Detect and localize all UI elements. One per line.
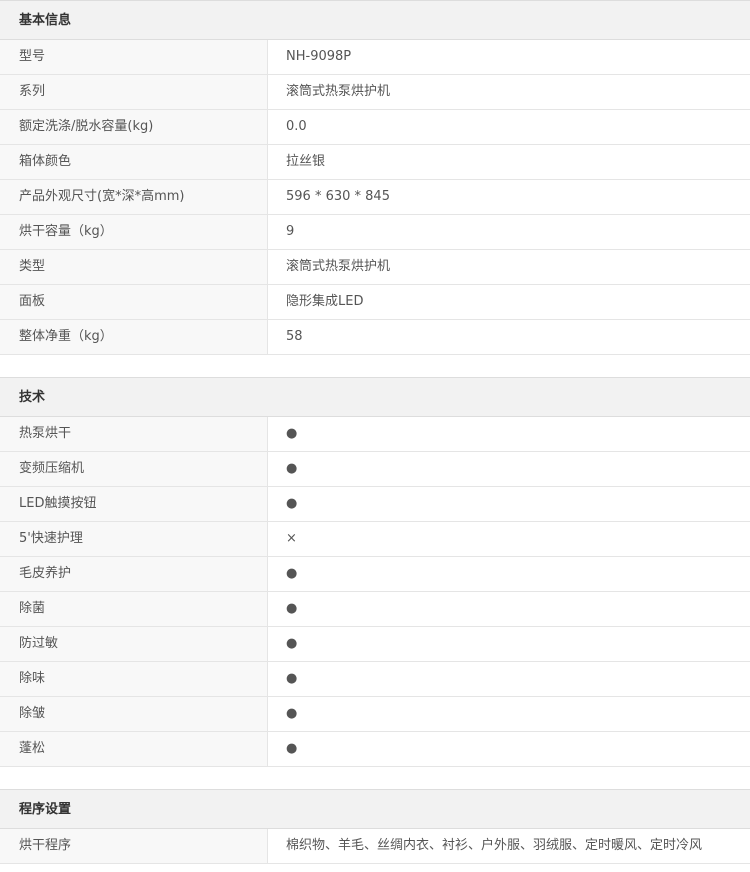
section-header: 程序设置 bbox=[0, 789, 750, 829]
spec-value: ● bbox=[286, 496, 298, 511]
spec-row: 箱体颜色 拉丝银 bbox=[0, 145, 750, 180]
spec-label: 产品外观尺寸(宽*深*高mm) bbox=[0, 180, 268, 214]
spec-row: 除菌 ● bbox=[0, 592, 750, 627]
spec-row: 整体净重（kg） 58 bbox=[0, 320, 750, 355]
section-basic-info: 基本信息 型号 NH-9098P 系列 滚筒式热泵烘护机 额定洗涤/脱水容量(k… bbox=[0, 0, 750, 355]
spec-row: 热泵烘干 ● bbox=[0, 417, 750, 452]
spec-value: 9 bbox=[286, 224, 295, 239]
spec-label: 除味 bbox=[0, 662, 268, 696]
spec-label: 除菌 bbox=[0, 592, 268, 626]
spec-label: 防过敏 bbox=[0, 627, 268, 661]
spec-label: 箱体颜色 bbox=[0, 145, 268, 179]
spec-value: 58 bbox=[286, 329, 303, 344]
spec-value: × bbox=[286, 531, 297, 546]
spec-label: 额定洗涤/脱水容量(kg) bbox=[0, 110, 268, 144]
spec-value: 滚筒式热泵烘护机 bbox=[286, 259, 391, 274]
section-program-settings: 程序设置 烘干程序 棉织物、羊毛、丝绸内衣、衬衫、户外服、羽绒服、定时暖风、定时… bbox=[0, 789, 750, 864]
spec-row: 额定洗涤/脱水容量(kg) 0.0 bbox=[0, 110, 750, 145]
spec-value: 0.0 bbox=[286, 119, 307, 134]
spec-row: 蓬松 ● bbox=[0, 732, 750, 767]
spec-value: 隐形集成LED bbox=[286, 294, 364, 309]
spec-label: 烘干程序 bbox=[0, 829, 268, 863]
spec-row: 变频压缩机 ● bbox=[0, 452, 750, 487]
spec-row: 毛皮养护 ● bbox=[0, 557, 750, 592]
spec-value: ● bbox=[286, 636, 298, 651]
spec-label: 烘干容量（kg） bbox=[0, 215, 268, 249]
spec-value: ● bbox=[286, 426, 298, 441]
spec-row: 型号 NH-9098P bbox=[0, 40, 750, 75]
spec-row: 产品外观尺寸(宽*深*高mm) 596 * 630 * 845 bbox=[0, 180, 750, 215]
spec-label: 整体净重（kg） bbox=[0, 320, 268, 354]
spec-value: NH-9098P bbox=[286, 49, 352, 64]
spec-label: 类型 bbox=[0, 250, 268, 284]
spec-value: 滚筒式热泵烘护机 bbox=[286, 84, 391, 99]
spec-value: 棉织物、羊毛、丝绸内衣、衬衫、户外服、羽绒服、定时暖风、定时冷风 bbox=[286, 838, 703, 853]
spec-label: 毛皮养护 bbox=[0, 557, 268, 591]
section-header: 基本信息 bbox=[0, 0, 750, 40]
spec-row: LED触摸按钮 ● bbox=[0, 487, 750, 522]
spec-label: 变频压缩机 bbox=[0, 452, 268, 486]
spec-value: ● bbox=[286, 601, 298, 616]
spec-label: 除皱 bbox=[0, 697, 268, 731]
spec-row: 烘干程序 棉织物、羊毛、丝绸内衣、衬衫、户外服、羽绒服、定时暖风、定时冷风 bbox=[0, 829, 750, 864]
spec-label: 蓬松 bbox=[0, 732, 268, 766]
spec-label: 面板 bbox=[0, 285, 268, 319]
spec-row: 系列 滚筒式热泵烘护机 bbox=[0, 75, 750, 110]
spec-row: 防过敏 ● bbox=[0, 627, 750, 662]
spec-label: 热泵烘干 bbox=[0, 417, 268, 451]
spec-row: 5'快速护理 × bbox=[0, 522, 750, 557]
spec-value: ● bbox=[286, 706, 298, 721]
section-technology: 技术 热泵烘干 ● 变频压缩机 ● LED触摸按钮 ● 5'快速护理 × 毛皮养… bbox=[0, 377, 750, 767]
spec-label: 5'快速护理 bbox=[0, 522, 268, 556]
spec-row: 烘干容量（kg） 9 bbox=[0, 215, 750, 250]
spec-label: 型号 bbox=[0, 40, 268, 74]
spec-value: ● bbox=[286, 671, 298, 686]
section-header: 技术 bbox=[0, 377, 750, 417]
spec-row: 面板 隐形集成LED bbox=[0, 285, 750, 320]
spec-row: 除味 ● bbox=[0, 662, 750, 697]
spec-label: 系列 bbox=[0, 75, 268, 109]
spec-value: 拉丝银 bbox=[286, 154, 326, 169]
spec-value: ● bbox=[286, 741, 298, 756]
spec-row: 除皱 ● bbox=[0, 697, 750, 732]
spec-value: ● bbox=[286, 461, 298, 476]
spec-label: LED触摸按钮 bbox=[0, 487, 268, 521]
spec-value: ● bbox=[286, 566, 298, 581]
spec-value: 596 * 630 * 845 bbox=[286, 189, 390, 204]
spec-row: 类型 滚筒式热泵烘护机 bbox=[0, 250, 750, 285]
